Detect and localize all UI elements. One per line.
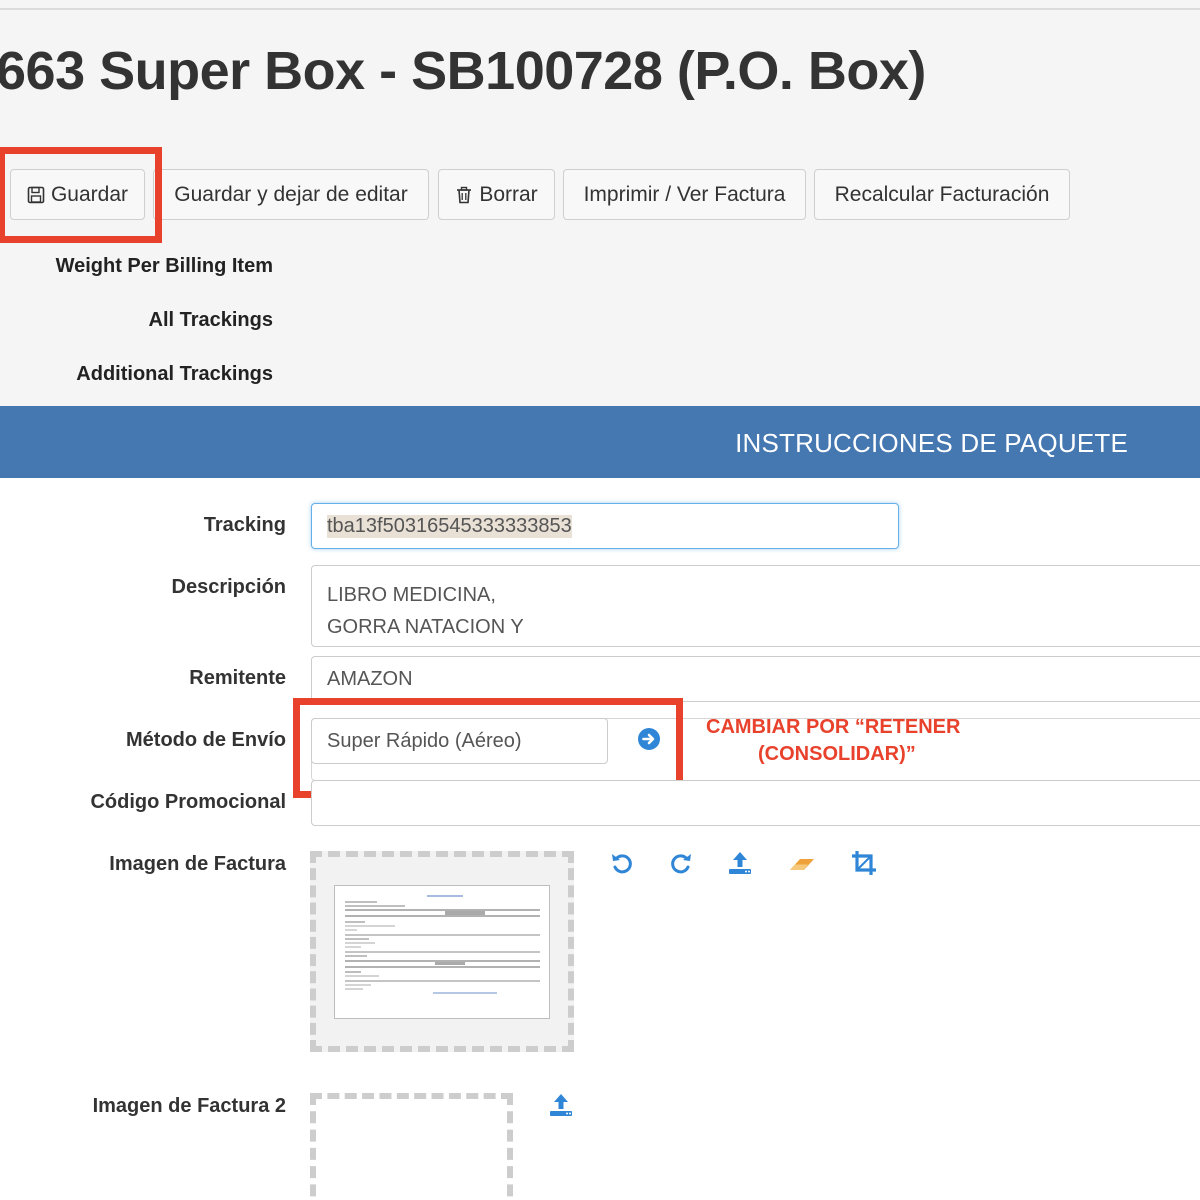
recalculate-billing-label: Recalcular Facturación xyxy=(834,182,1050,206)
annotation-line-2: (CONSOLIDAR)” xyxy=(758,743,916,765)
invoice-image-dropzone[interactable] xyxy=(310,851,574,1052)
print-invoice-label: Imprimir / Ver Factura xyxy=(583,182,786,206)
delete-button-label: Borrar xyxy=(479,182,538,206)
invoice-image-2-dropzone[interactable] xyxy=(310,1093,513,1200)
sender-input[interactable]: AMAZON xyxy=(311,656,1200,702)
package-instructions-banner: INSTRUCCIONES DE PAQUETE xyxy=(0,406,1200,478)
description-line: GORRA NATACION Y xyxy=(327,616,524,638)
sender-value: AMAZON xyxy=(327,667,413,690)
eraser-icon[interactable] xyxy=(788,849,816,877)
save-highlight-box xyxy=(0,147,162,243)
tracking-value: tba13f50316545333333853 xyxy=(327,514,572,538)
invoice-image-2-label: Imagen de Factura 2 xyxy=(92,1095,286,1117)
tracking-input[interactable]: tba13f50316545333333853 xyxy=(311,503,899,549)
additional-trackings-label: Additional Trackings xyxy=(76,363,273,385)
description-label: Descripción xyxy=(171,576,286,598)
trash-icon xyxy=(455,186,473,204)
upload-icon[interactable] xyxy=(726,849,754,877)
change-instruction-annotation: CAMBIAR POR “RETENER (CONSOLIDAR)” xyxy=(706,714,986,768)
promo-code-label: Código Promocional xyxy=(90,791,286,813)
sender-label: Remitente xyxy=(189,667,286,689)
banner-title: INSTRUCCIONES DE PAQUETE xyxy=(735,428,1128,458)
invoice-image-label: Imagen de Factura xyxy=(109,853,286,875)
description-line: LIBRO MEDICINA, xyxy=(327,584,496,606)
annotation-line-1: CAMBIAR POR “RETENER xyxy=(706,716,961,738)
header-divider xyxy=(0,8,1200,10)
shipping-method-label: Método de Envío xyxy=(126,729,286,751)
page-header-area: 663 Super Box - SB100728 (P.O. Box) Guar… xyxy=(0,0,1200,406)
invoice-image-thumbnail xyxy=(334,885,550,1019)
rotate-right-icon[interactable] xyxy=(667,849,695,877)
recalculate-billing-button[interactable]: Recalcular Facturación xyxy=(814,169,1070,220)
page-title: 663 Super Box - SB100728 (P.O. Box) xyxy=(0,41,926,101)
all-trackings-label: All Trackings xyxy=(148,309,274,331)
crop-icon[interactable] xyxy=(850,849,878,877)
tracking-label: Tracking xyxy=(203,514,286,536)
save-and-stop-editing-label: Guardar y dejar de editar xyxy=(174,182,408,206)
rotate-left-icon[interactable] xyxy=(608,849,636,877)
upload-icon[interactable] xyxy=(547,1091,575,1119)
description-textarea[interactable]: LIBRO MEDICINA, GORRA NATACION Y xyxy=(311,565,1200,647)
print-invoice-button[interactable]: Imprimir / Ver Factura xyxy=(563,169,806,220)
promo-code-input[interactable] xyxy=(311,780,1200,826)
delete-button[interactable]: Borrar xyxy=(438,169,555,220)
weight-per-billing-item-label: Weight Per Billing Item xyxy=(55,255,273,277)
save-and-stop-editing-button[interactable]: Guardar y dejar de editar xyxy=(153,169,429,220)
